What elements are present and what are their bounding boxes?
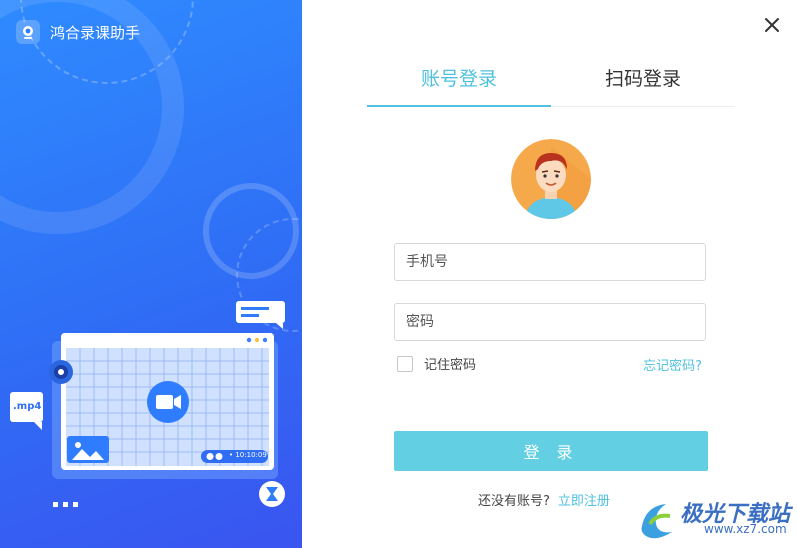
remember-password[interactable]: 记住密码: [397, 354, 476, 373]
login-button[interactable]: 登 录: [394, 431, 708, 471]
close-icon: [765, 18, 779, 32]
no-account-text: 还没有账号?: [478, 494, 550, 509]
login-window: 鸿合录课助手 .mp4 • 10:10:09 账号登录 扫码登录 手机号 记住密…: [0, 0, 797, 548]
register-prompt: 还没有账号? 立即注册: [478, 490, 610, 509]
recording-illustration: [10, 301, 285, 507]
active-tab-indicator: [367, 105, 551, 107]
forgot-password-link[interactable]: 忘记密码?: [643, 355, 702, 374]
phone-input[interactable]: [394, 243, 706, 281]
remember-checkbox[interactable]: [397, 355, 413, 372]
user-avatar-icon: [511, 139, 591, 219]
record-timer: • 10:10:09: [229, 451, 267, 459]
tab-qr-login[interactable]: 扫码登录: [551, 64, 735, 91]
watermark-url: www.xz7.com: [704, 522, 787, 536]
register-link[interactable]: 立即注册: [558, 494, 610, 509]
mp4-badge-label: .mp4: [13, 401, 42, 412]
remember-label: 记住密码: [424, 358, 477, 373]
close-button[interactable]: [759, 12, 785, 38]
brand-panel: 鸿合录课助手 .mp4 • 10:10:09: [0, 0, 302, 548]
login-tabs: 账号登录 扫码登录: [367, 64, 735, 107]
avatar: [511, 139, 591, 219]
tab-account-login[interactable]: 账号登录: [367, 64, 551, 91]
password-input[interactable]: [394, 303, 706, 341]
